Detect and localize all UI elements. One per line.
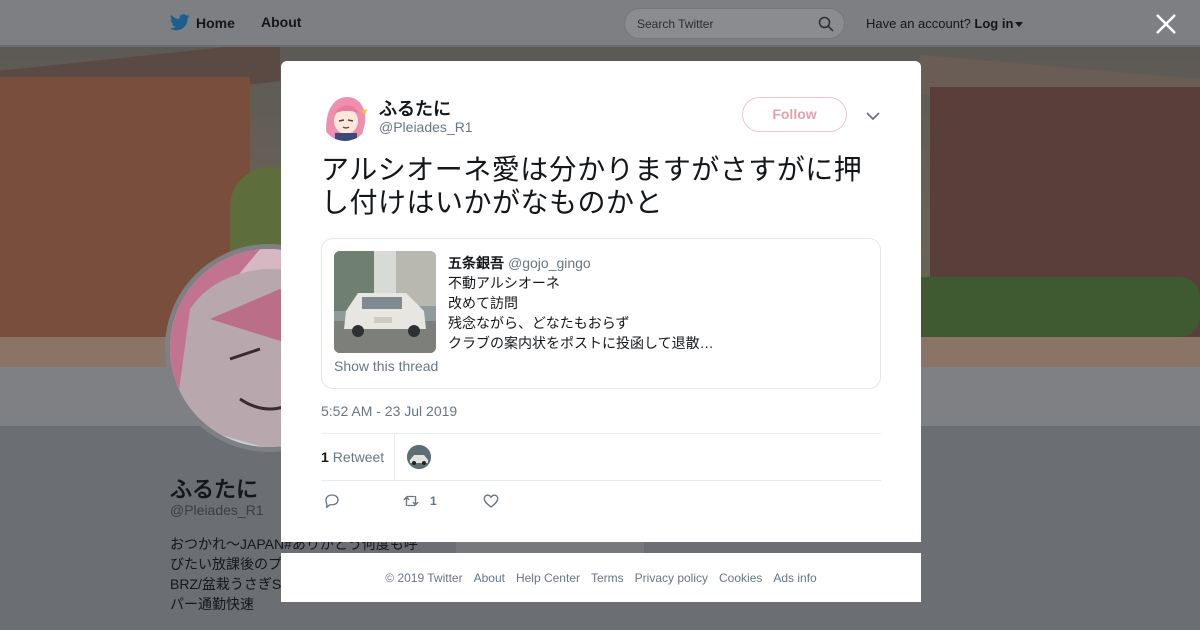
car-photo [334,251,436,353]
author-handle[interactable]: @Pleiades_R1 [379,119,473,135]
retweet-icon [403,495,419,507]
search-icon[interactable] [818,16,834,32]
quoted-author-handle: @gojo_gingo [508,255,591,271]
quoted-tweet-image[interactable] [334,251,436,353]
tweet-modal: ふるたに @Pleiades_R1 Follow アルシオーネ愛は分かりますがさ… [281,61,921,542]
retweet-button[interactable]: 1 [402,492,437,510]
tweet-timestamp[interactable]: 5:52 AM - 23 Jul 2019 [321,403,457,419]
divider [321,480,881,481]
quoted-tweet-text: 不動アルシオーネ 改めて訪問 残念ながら、どなたもおらず クラブの案内状をポスト… [448,273,868,353]
close-icon[interactable] [1152,10,1180,38]
quoted-line: 不動アルシオーネ [448,275,560,291]
nav-home-label: Home [196,14,235,31]
reply-icon [325,494,339,509]
author-avatar[interactable] [321,93,369,141]
divider [394,434,395,480]
nav-home[interactable]: Home [170,14,235,31]
twitter-bird-icon [170,14,190,31]
login-link[interactable]: Log in [974,16,1013,31]
quoted-line: クラブの案内状をポストに投函して退散… [448,335,714,351]
search-input[interactable]: Search Twitter [624,8,845,39]
background-profile-name: ふるたに [170,477,259,502]
tweet-actions: 1 [321,492,621,512]
quoted-author: 五条銀吾 @gojo_gingo [448,253,591,273]
footer-link-cookies[interactable]: Cookies [719,571,762,585]
follow-button[interactable]: Follow [742,97,847,132]
author-name[interactable]: ふるたに [379,95,451,121]
retweeter-avatar[interactable] [407,445,431,469]
footer-link-terms[interactable]: Terms [591,571,624,585]
heart-icon [483,494,499,508]
nav-about-label: About [261,14,302,30]
reply-button[interactable] [323,492,341,510]
retweet-stat-label: Retweet [332,449,385,465]
quoted-line: 残念ながら、どなたもおらず [448,315,630,331]
quoted-tweet[interactable]: 五条銀吾 @gojo_gingo 不動アルシオーネ 改めて訪問 残念ながら、どなた… [321,238,881,389]
account-menu[interactable]: Have an account? Log in [866,16,1024,31]
background-profile-handle: @Pleiades_R1 [170,502,264,518]
quoted-line: 改めて訪問 [448,295,518,311]
nav-about[interactable]: About [261,14,301,30]
search-placeholder: Search Twitter [637,17,714,31]
chevron-down-icon [1015,22,1024,28]
footer-link-ads-info[interactable]: Ads info [773,571,816,585]
top-navigation-bar: Home About Search Twitter Have an accoun… [0,0,1200,46]
footer-link-help-center[interactable]: Help Center [516,571,580,585]
chevron-down-icon[interactable] [865,108,881,124]
retweet-stat-count: 1 [321,449,329,465]
quoted-author-name: 五条銀吾 [448,255,504,271]
modal-footer: © 2019 Twitter About Help Center Terms P… [281,553,921,602]
retweet-stat[interactable]: 1 Retweet [321,449,384,465]
tweet-text: アルシオーネ愛は分かりますがさすがに押し付けはいかがなものかと [321,154,863,218]
footer-link-about[interactable]: About [474,571,505,585]
like-button[interactable] [482,492,500,510]
footer-copyright: © 2019 Twitter [385,570,463,585]
account-prompt: Have an account? [866,16,971,31]
footer-link-privacy[interactable]: Privacy policy [635,571,708,585]
tweet-stats: 1 Retweet [321,434,881,480]
retweet-action-count: 1 [430,494,437,508]
show-thread-link[interactable]: Show this thread [334,358,438,374]
retweeter-avatar-image [407,445,431,469]
author-avatar-illustration [321,93,369,141]
